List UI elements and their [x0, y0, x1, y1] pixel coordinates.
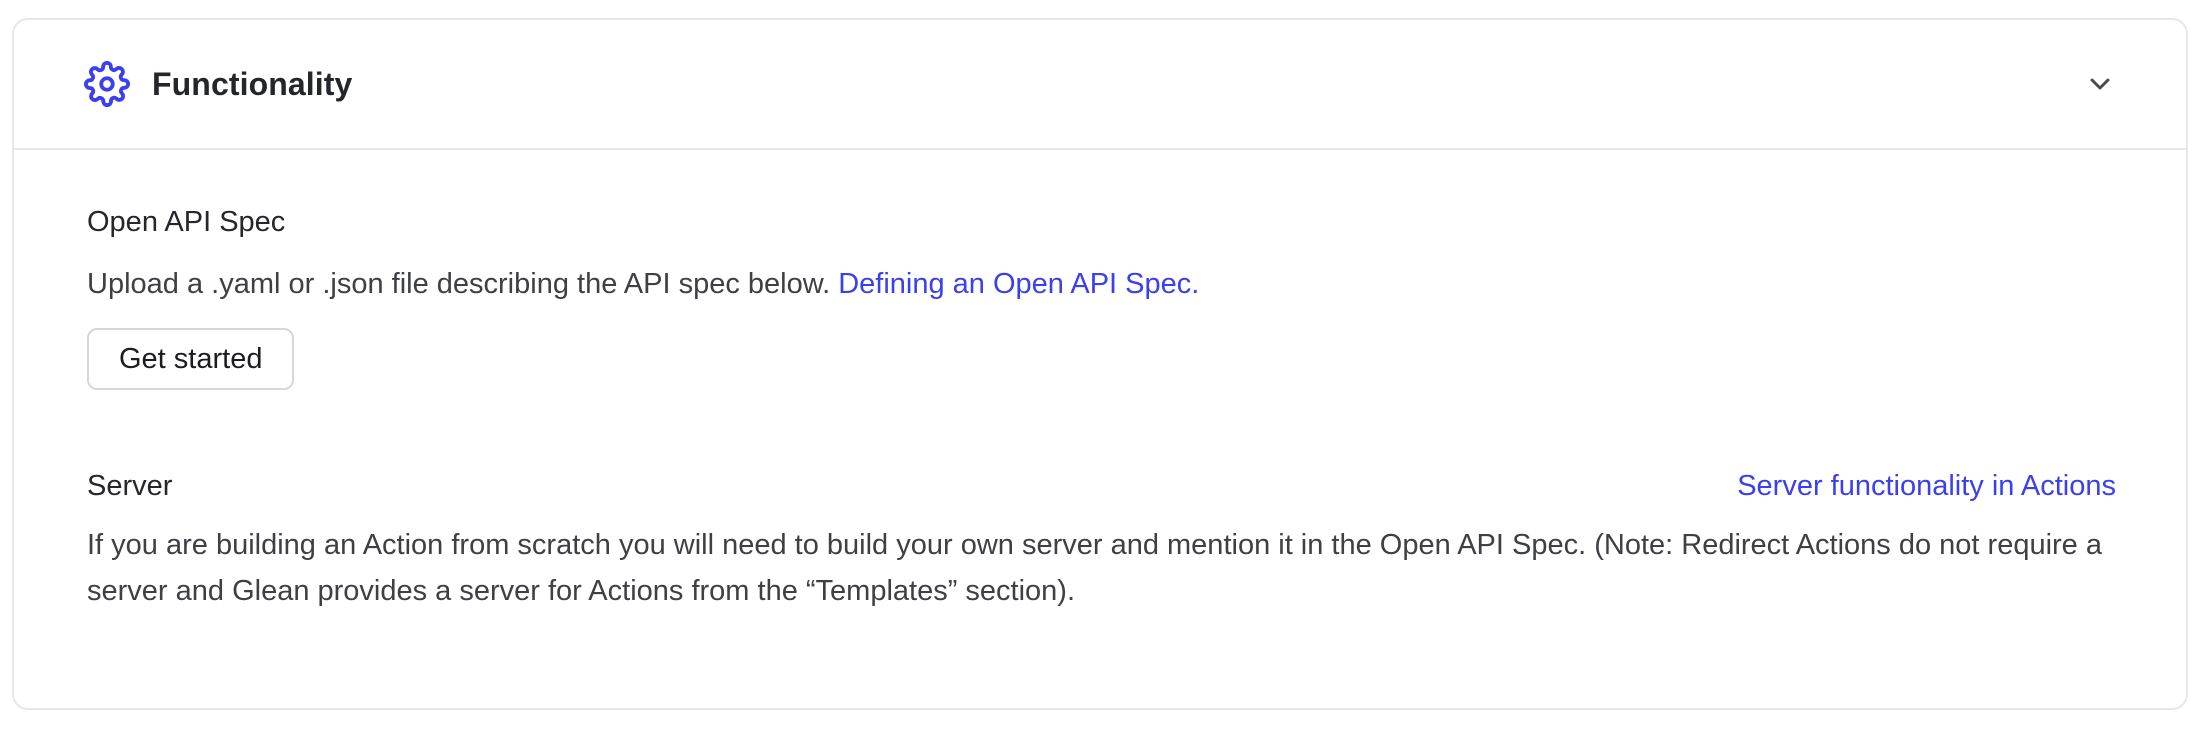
chevron-down-icon[interactable]: [2084, 68, 2116, 100]
functionality-panel-header[interactable]: Functionality: [14, 20, 2186, 150]
panel-body: Open API Spec Upload a .yaml or .json fi…: [14, 150, 2186, 614]
gear-icon: [84, 61, 130, 107]
functionality-panel: Functionality Open API Spec Upload a .ya…: [12, 18, 2188, 710]
server-row: Server Server functionality in Actions: [87, 468, 2116, 504]
server-label: Server: [87, 468, 172, 504]
open-api-spec-description-text: Upload a .yaml or .json file describing …: [87, 268, 838, 300]
get-started-button[interactable]: Get started: [87, 328, 294, 390]
server-description: If you are building an Action from scrat…: [87, 522, 2116, 614]
open-api-spec-label: Open API Spec: [87, 204, 2116, 240]
server-functionality-link[interactable]: Server functionality in Actions: [1737, 468, 2116, 504]
panel-title: Functionality: [152, 66, 352, 103]
defining-open-api-spec-link[interactable]: Defining an Open API Spec.: [838, 268, 1199, 300]
open-api-spec-description: Upload a .yaml or .json file describing …: [87, 266, 2116, 302]
panel-header-left: Functionality: [84, 61, 352, 107]
